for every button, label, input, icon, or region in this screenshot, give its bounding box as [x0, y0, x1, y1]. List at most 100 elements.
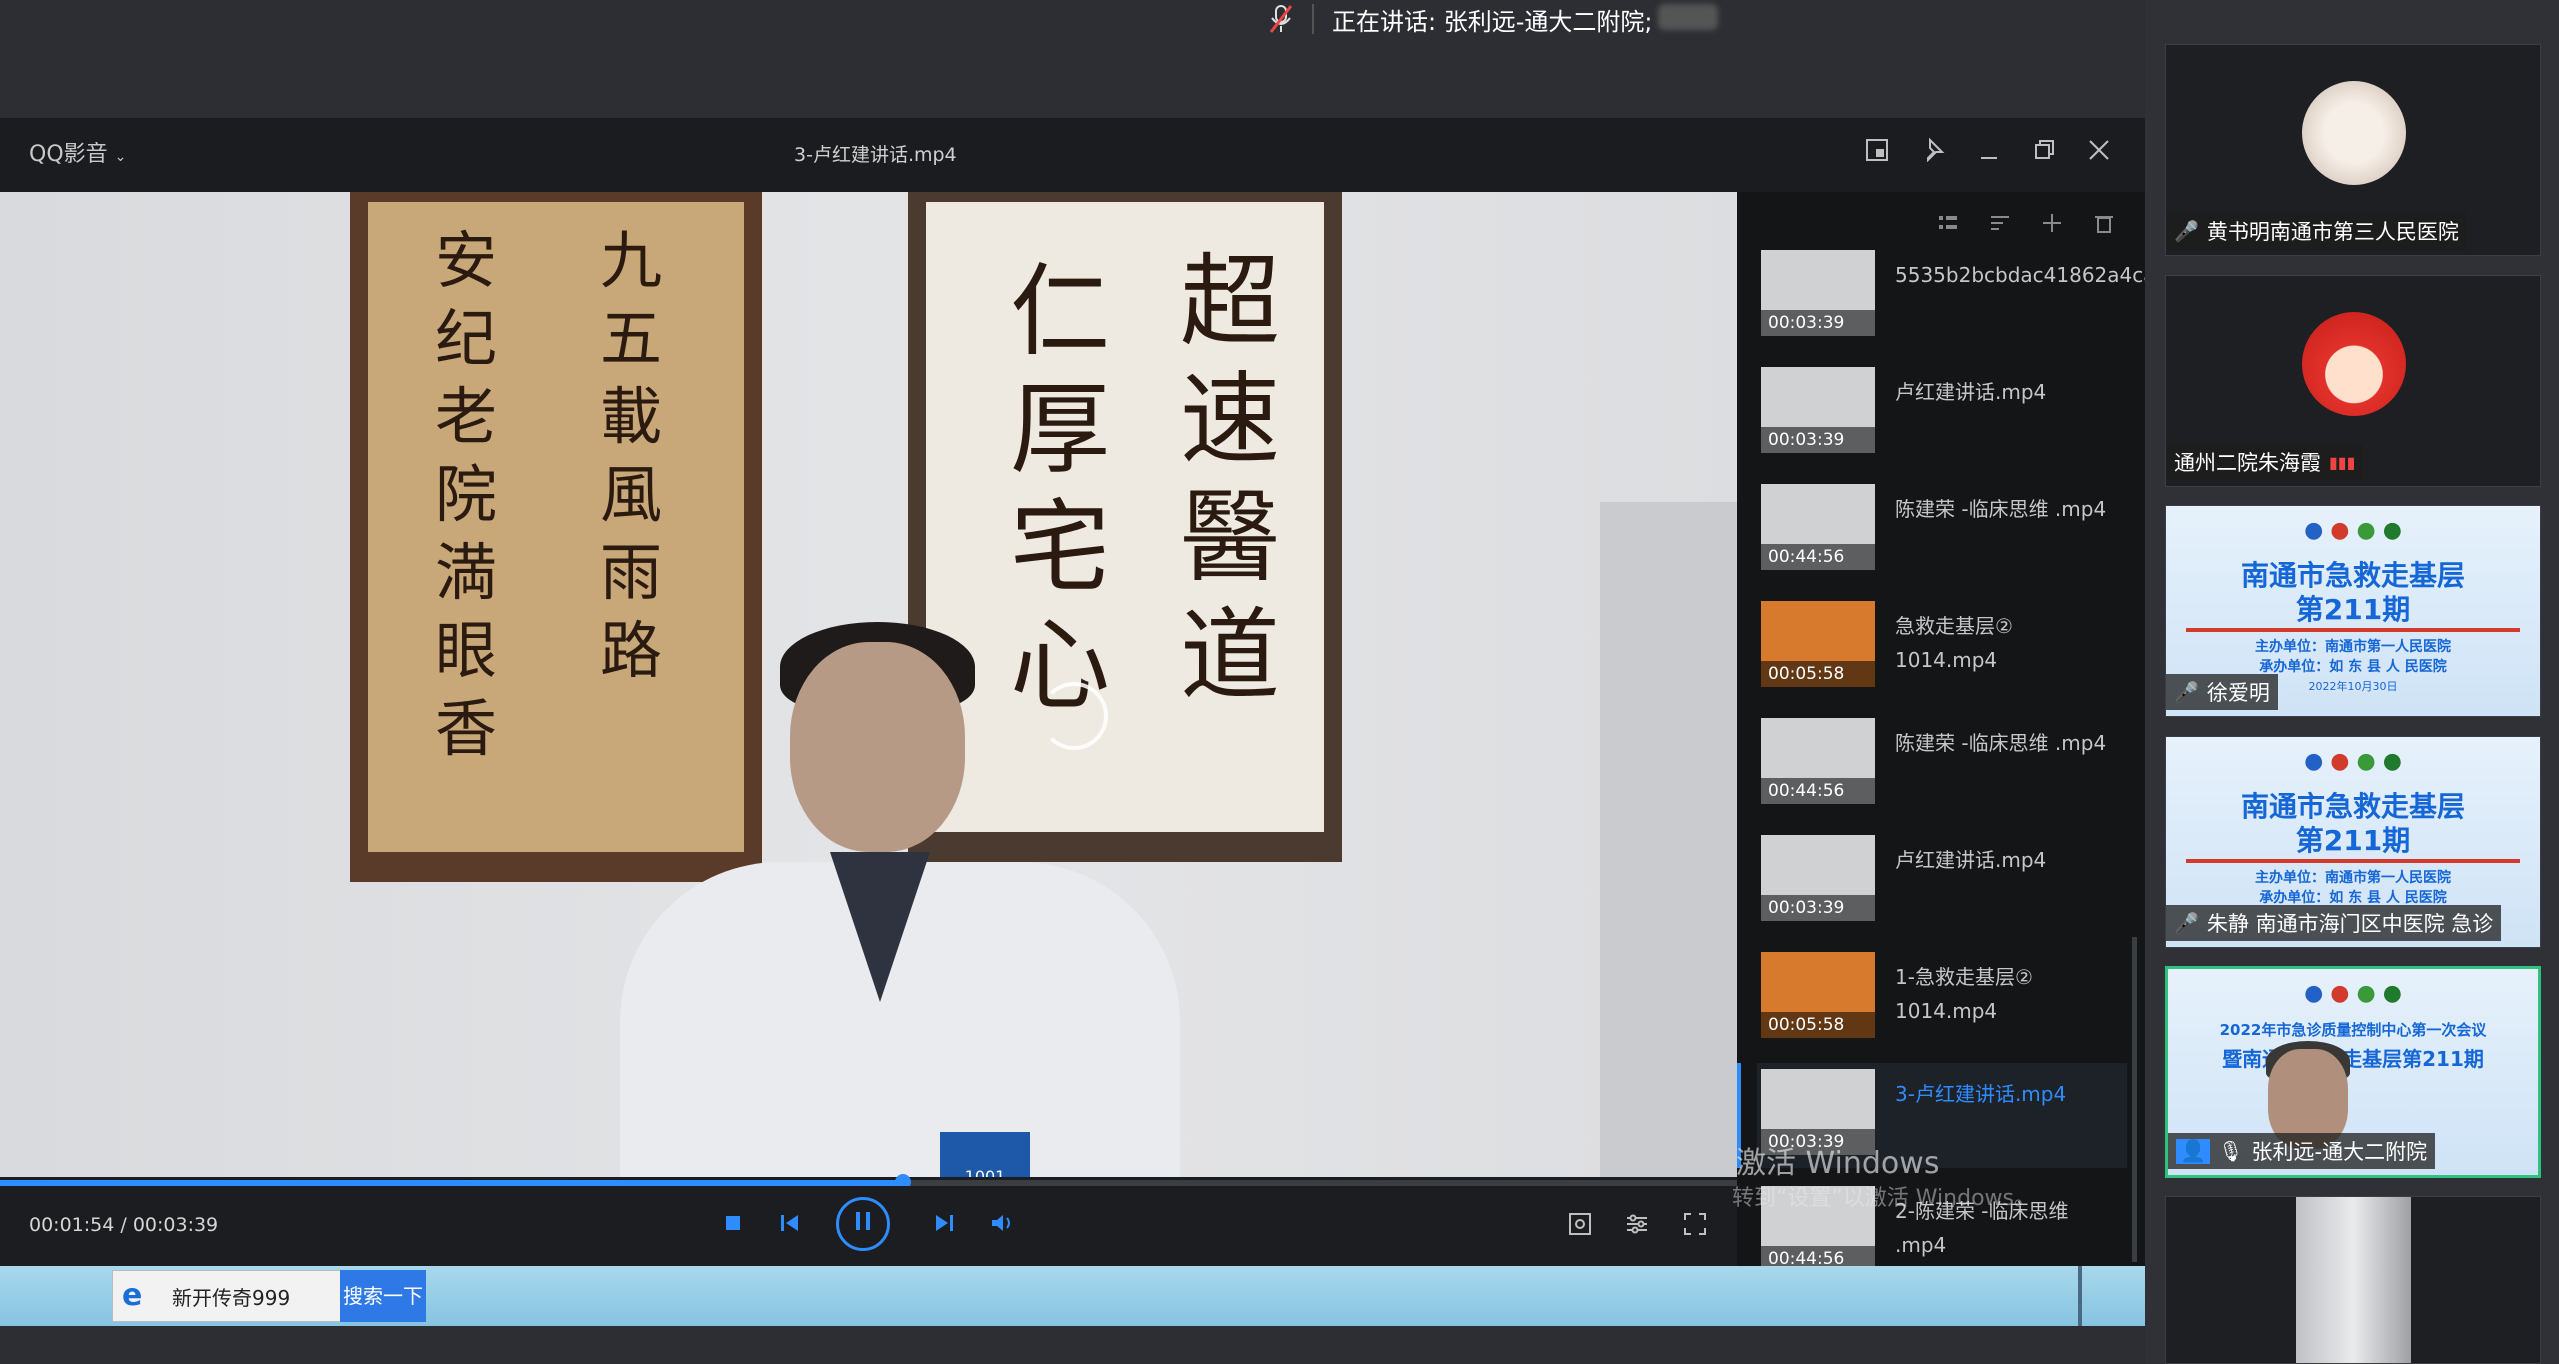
playlist-item[interactable]: 00:44:56 陈建荣 -临床思维 .mp4 [1757, 478, 2127, 583]
logo-row-icon: ● ● ● ● [2304, 518, 2402, 543]
list-view-icon[interactable] [1937, 212, 1959, 240]
duration-label: 00:44:56 [1761, 778, 1875, 804]
participant-tile[interactable]: 通州二院朱海霞 ▮▮▮ [2165, 275, 2541, 487]
participant-name: 徐爱明 [2206, 681, 2270, 705]
activation-watermark-text: 转到“设置”以激活 Windows。 [1732, 1186, 2036, 1211]
duration-label: 00:44:56 [1761, 544, 1875, 570]
slide-title: 2022年市急诊质量控制中心第一次会议 [2219, 1021, 2487, 1039]
speaker-figure: 1001 [560, 492, 1220, 1177]
playlist-item[interactable]: 00:05:58 1-急救走基层② 1014.mp4 [1757, 946, 2127, 1051]
stop-icon[interactable] [722, 1212, 744, 1240]
close-icon[interactable] [2086, 138, 2112, 164]
playlist-thumbnail: 00:03:39 [1761, 367, 1875, 453]
playlist-item-title: 卢红建讲话.mp4 [1895, 380, 2047, 404]
player-brand-menu[interactable]: QQ影音 ⌄ [29, 136, 126, 168]
slide-organizer: 主办单位：南通市第一人民医院 [2255, 870, 2451, 886]
playlist-item-title: 卢红建讲话.mp4 [1895, 848, 2047, 872]
slide-host: 承办单位：如 东 县 人 民医院 [2259, 659, 2447, 675]
playlist-thumbnail: 00:03:39 [1761, 250, 1875, 336]
duration-label: 00:05:58 [1761, 661, 1875, 687]
video-frame[interactable]: 九五載風雨路安纪老院満眼香 超速醫道仁厚宅心 1001 [0, 192, 1737, 1177]
speaking-indicator: 正在讲话: 张利远-通大二附院; [1268, 0, 1719, 38]
player-file-title: 3-卢红建讲话.mp4 [794, 144, 957, 166]
settings-sliders-icon[interactable] [1625, 1212, 1649, 1242]
mic-muted-icon [1268, 4, 1294, 34]
sort-icon[interactable] [1989, 212, 2011, 240]
playlist-item[interactable]: 00:03:39 卢红建讲话.mp4 [1757, 829, 2127, 934]
participant-tile[interactable]: 🎤 黄书明南通市第三人民医院 [2165, 44, 2541, 256]
playlist-item-title: 1-急救走基层② 1014.mp4 [1895, 965, 2033, 1023]
time-display: 00:01:54 / 00:03:39 [29, 1214, 219, 1236]
participant-name-bar: 🎤 徐爱明 [2166, 674, 2278, 710]
participant-tile[interactable]: ● ● ● ● 南通市急救走基层 第211期 主办单位：南通市第一人民医院 承办单位：如… [2165, 736, 2541, 948]
add-icon[interactable] [2041, 212, 2063, 240]
mini-mode-icon[interactable] [1864, 138, 1890, 164]
participant-tile[interactable]: ● ● ● ● 南通市急救走基层 第211期 主办单位：南通市第一人民医院 承办单位：如… [2165, 505, 2541, 717]
logo-row-icon: ● ● ● ● [2304, 749, 2402, 774]
participant-name-bar: 通州二院朱海霞 ▮▮▮ [2166, 444, 2364, 480]
calligraphy-char: 安 [435, 224, 498, 297]
meeting-top-bar [0, 0, 2145, 118]
screenshot-icon[interactable] [1568, 1212, 1592, 1242]
search-query[interactable]: 新开传奇999 [172, 1282, 290, 1311]
playlist-thumbnail: 00:03:39 [1761, 835, 1875, 921]
playlist-scrollbar[interactable] [2132, 937, 2137, 1262]
calligraphy-char: 香 [435, 692, 498, 765]
playlist-item[interactable]: 00:03:39 卢红建讲话.mp4 [1757, 361, 2127, 466]
trash-icon[interactable] [2093, 212, 2115, 240]
participant-name: 朱静 南通市海门区中医院 急诊 [2206, 912, 2494, 936]
volume-icon[interactable] [990, 1212, 1016, 1240]
playlist-thumbnail: 00:05:58 [1761, 601, 1875, 687]
participant-name-bar: 🎤 黄书明南通市第三人民医院 [2166, 213, 2467, 249]
duration-label: 00:05:58 [1761, 1012, 1875, 1038]
pin-icon[interactable] [1921, 137, 1947, 164]
minimize-icon[interactable] [1976, 138, 2002, 164]
wall-cabinet [1600, 502, 1737, 1177]
chevron-down-icon: ⌄ [114, 149, 127, 165]
strip-divider [2078, 1266, 2082, 1326]
slide-subtitle: 第211期 [2295, 593, 2411, 626]
slide-subtitle: 第211期 [2295, 824, 2411, 857]
avatar [2302, 81, 2406, 185]
playlist-item[interactable]: 00:05:58 急救走基层② 1014.mp4 [1757, 595, 2127, 700]
playlist-item[interactable]: 00:03:39 5535b2bcbdac41862a4ca8650e252529… [1757, 244, 2315, 349]
calligraphy-char: 纪 [435, 302, 498, 375]
playlist-thumbnail: 00:44:56 [1761, 484, 1875, 570]
previous-icon[interactable] [778, 1212, 802, 1240]
calligraphy-char: 老 [435, 380, 498, 453]
duration-label: 00:03:39 [1761, 895, 1875, 921]
player-titlebar [0, 118, 2145, 192]
participant-name-bar: 👤 🎙 张利远-通大二附院 [2168, 1133, 2436, 1169]
participant-tile[interactable]: ● ● ● ● 2022年市急诊质量控制中心第一次会议 暨南通市急救走基层第211期… [2165, 966, 2541, 1178]
playlist-item-title: 陈建荣 -临床思维 .mp4 [1895, 497, 2107, 521]
search-button[interactable]: 搜索一下 [340, 1270, 426, 1322]
playlist-thumbnail: 00:05:58 [1761, 952, 1875, 1038]
playlist-item[interactable]: 00:44:56 陈建荣 -临床思维 .mp4 [1757, 712, 2127, 817]
calligraphy-char: 載 [600, 380, 663, 453]
next-icon[interactable] [932, 1212, 956, 1240]
calligraphy-char: 眼 [435, 614, 498, 687]
participant-name: 张利远-通大二附院 [2251, 1140, 2428, 1164]
mic-muted-icon: 🎤 [2174, 911, 2199, 935]
redacted-mark [1658, 3, 1719, 30]
calligraphy-char: 院 [435, 458, 498, 531]
calligraphy-char: 満 [435, 536, 498, 609]
participant-name-bar: 🎤 朱静 南通市海门区中医院 急诊 [2166, 905, 2502, 941]
playlist-item-title: 急救走基层② 1014.mp4 [1895, 614, 2013, 672]
signal-icon: ▮▮▮ [2329, 452, 2356, 472]
fullscreen-icon[interactable] [1683, 1212, 1707, 1242]
name-badge: 1001 [940, 1132, 1030, 1177]
calligraphy-char: 五 [600, 302, 663, 375]
playlist-item-title: 5535b2bcbdac41862a4ca8650e252529... [1895, 263, 2315, 287]
playlist-item-title: 陈建荣 -临床思维 .mp4 [1895, 731, 2107, 755]
person-icon: 👤 [2176, 1138, 2211, 1164]
bottom-bar [0, 1326, 2145, 1364]
mic-on-icon: 🎙 [2218, 1139, 2244, 1163]
mic-muted-icon: 🎤 [2174, 680, 2199, 704]
pause-button[interactable] [836, 1197, 890, 1251]
activation-watermark-title: 激活 Windows [1736, 1146, 1940, 1181]
playlist-thumbnail: 00:44:56 [1761, 718, 1875, 804]
participant-tile[interactable] [2165, 1196, 2541, 1364]
restore-icon[interactable] [2031, 138, 2057, 164]
avatar [2302, 312, 2406, 416]
